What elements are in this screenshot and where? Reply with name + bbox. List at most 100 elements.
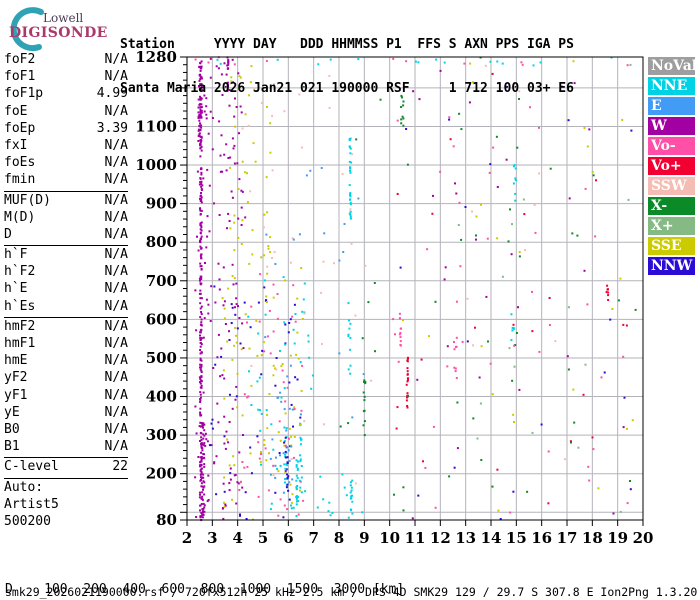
param-value: N/A	[104, 370, 128, 386]
x-tick-label: 16	[531, 529, 552, 547]
y-tick-label: 1000	[135, 156, 177, 174]
param-row: foEs N/A	[4, 155, 128, 172]
param-row: hmF1 N/A	[4, 336, 128, 353]
y-tick-label: 300	[146, 426, 177, 444]
legend-item-vo: Vo-	[648, 137, 695, 155]
param-row: foEp 3.39	[4, 121, 128, 138]
logo-text-digisonde: DIGISONDE	[9, 25, 108, 41]
param-row: foF1 N/A	[4, 69, 128, 86]
param-label: foEp	[4, 120, 36, 136]
legend-item-vo: Vo+	[648, 157, 695, 175]
param-value: N/A	[104, 298, 128, 314]
file-info-line: smk29_2026021190000.rsf / 720fx512h 25 k…	[5, 585, 698, 599]
param-label: fmin	[4, 172, 36, 188]
param-row: C-level 22	[4, 459, 128, 476]
param-label: fxI	[4, 137, 28, 153]
param-value: N/A	[104, 264, 128, 280]
y-tick-label: 80	[156, 511, 177, 529]
param-label: foEs	[4, 155, 36, 171]
param-label: Artist5	[4, 496, 59, 512]
param-row: foE N/A	[4, 104, 128, 121]
param-separator	[4, 316, 128, 318]
param-value: N/A	[104, 387, 128, 403]
param-value: 22	[112, 459, 128, 475]
param-label: 500200	[4, 513, 51, 529]
param-row: D N/A	[4, 227, 128, 244]
param-label: B1	[4, 439, 20, 455]
legend-item-x: X-	[648, 197, 695, 215]
y-tick-label: 400	[146, 388, 177, 406]
param-value: N/A	[104, 226, 128, 242]
legend-item-e: E	[648, 97, 695, 115]
param-row: Artist5	[4, 497, 128, 514]
param-row: h`F N/A	[4, 247, 128, 264]
legend-item-ssw: SSW	[648, 177, 695, 195]
x-tick-label: 17	[557, 529, 578, 547]
legend-item-x: X+	[648, 217, 695, 235]
x-tick-label: 5	[258, 529, 268, 547]
param-value: 3.39	[96, 120, 128, 136]
param-row: yF2 N/A	[4, 370, 128, 387]
param-label: foE	[4, 103, 28, 119]
param-row: hmE N/A	[4, 353, 128, 370]
param-row: Auto:	[4, 480, 128, 497]
measurement-header: Station YYYY DAY DDD HHMMSS P1 FFS S AXN…	[120, 9, 574, 125]
param-label: yF2	[4, 370, 28, 386]
param-value: N/A	[104, 421, 128, 437]
y-tick-label: 600	[146, 310, 177, 328]
x-tick-label: 3	[207, 529, 217, 547]
x-tick-label: 18	[582, 529, 603, 547]
param-value: N/A	[104, 69, 128, 85]
param-separator	[4, 477, 128, 479]
param-value: N/A	[104, 439, 128, 455]
param-row: foF2 N/A	[4, 52, 128, 69]
param-label: D	[4, 226, 12, 242]
param-row: fmin N/A	[4, 172, 128, 189]
param-row: h`E N/A	[4, 281, 128, 298]
ionogram-window: 2 3 4 5 6 7 8 9 10 11 12 13 14 15 16 17 18 19 20 1280 1100 1…	[0, 0, 700, 600]
param-row: B1 N/A	[4, 439, 128, 456]
param-label: yF1	[4, 387, 28, 403]
x-tick-label: 19	[607, 529, 628, 547]
param-label: Auto:	[4, 479, 44, 495]
legend-item-nne: NNE	[648, 77, 695, 95]
legend-item-sse: SSE	[648, 237, 695, 255]
x-tick-label: 15	[506, 529, 527, 547]
header-line-fields: Station YYYY DAY DDD HHMMSS P1 FFS S AXN…	[120, 37, 574, 52]
logo-text-lowell: Lowell	[43, 11, 84, 25]
legend-item-w: W	[648, 117, 695, 135]
param-label: foF2	[4, 52, 36, 67]
x-tick-label: 9	[359, 529, 369, 547]
param-label: yE	[4, 404, 20, 420]
x-tick-label: 10	[379, 529, 400, 547]
param-row: 500200	[4, 514, 128, 531]
param-value: N/A	[104, 155, 128, 171]
x-tick-label: 20	[633, 529, 654, 547]
lowell-digisonde-logo: Lowell DIGISONDE	[6, 4, 118, 52]
x-tick-label: 14	[481, 529, 502, 547]
x-tick-label: 2	[182, 529, 192, 547]
param-row: yE N/A	[4, 405, 128, 422]
param-value: N/A	[104, 281, 128, 297]
param-label: h`E	[4, 281, 28, 297]
x-tick-label: 12	[430, 529, 451, 547]
x-axis-labels: 2 3 4 5 6 7 8 9 10 11 12 13 14 15 16 17 18 19 20	[182, 529, 654, 547]
param-label: MUF(D)	[4, 192, 51, 208]
param-row: M(D) N/A	[4, 210, 128, 227]
x-tick-label: 8	[334, 529, 344, 547]
param-value: N/A	[104, 103, 128, 119]
x-tick-label: 4	[232, 529, 242, 547]
param-label: hmE	[4, 353, 28, 369]
param-row: foF1p 4.99	[4, 86, 128, 103]
legend-item-noval: NoVal	[648, 57, 697, 75]
param-label: M(D)	[4, 209, 36, 225]
param-row: h`Es N/A	[4, 299, 128, 316]
x-tick-label: 11	[405, 529, 426, 547]
x-tick-label: 7	[308, 529, 318, 547]
x-tick-label: 6	[283, 529, 293, 547]
y-tick-label: 700	[146, 272, 177, 290]
param-value: N/A	[104, 404, 128, 420]
param-separator	[4, 245, 128, 247]
param-label: h`Es	[4, 298, 36, 314]
parameter-panel: foF2 N/A foF1 N/A foF1p 4.99 foE N/A foEp 3.39 fxI…	[4, 52, 128, 531]
